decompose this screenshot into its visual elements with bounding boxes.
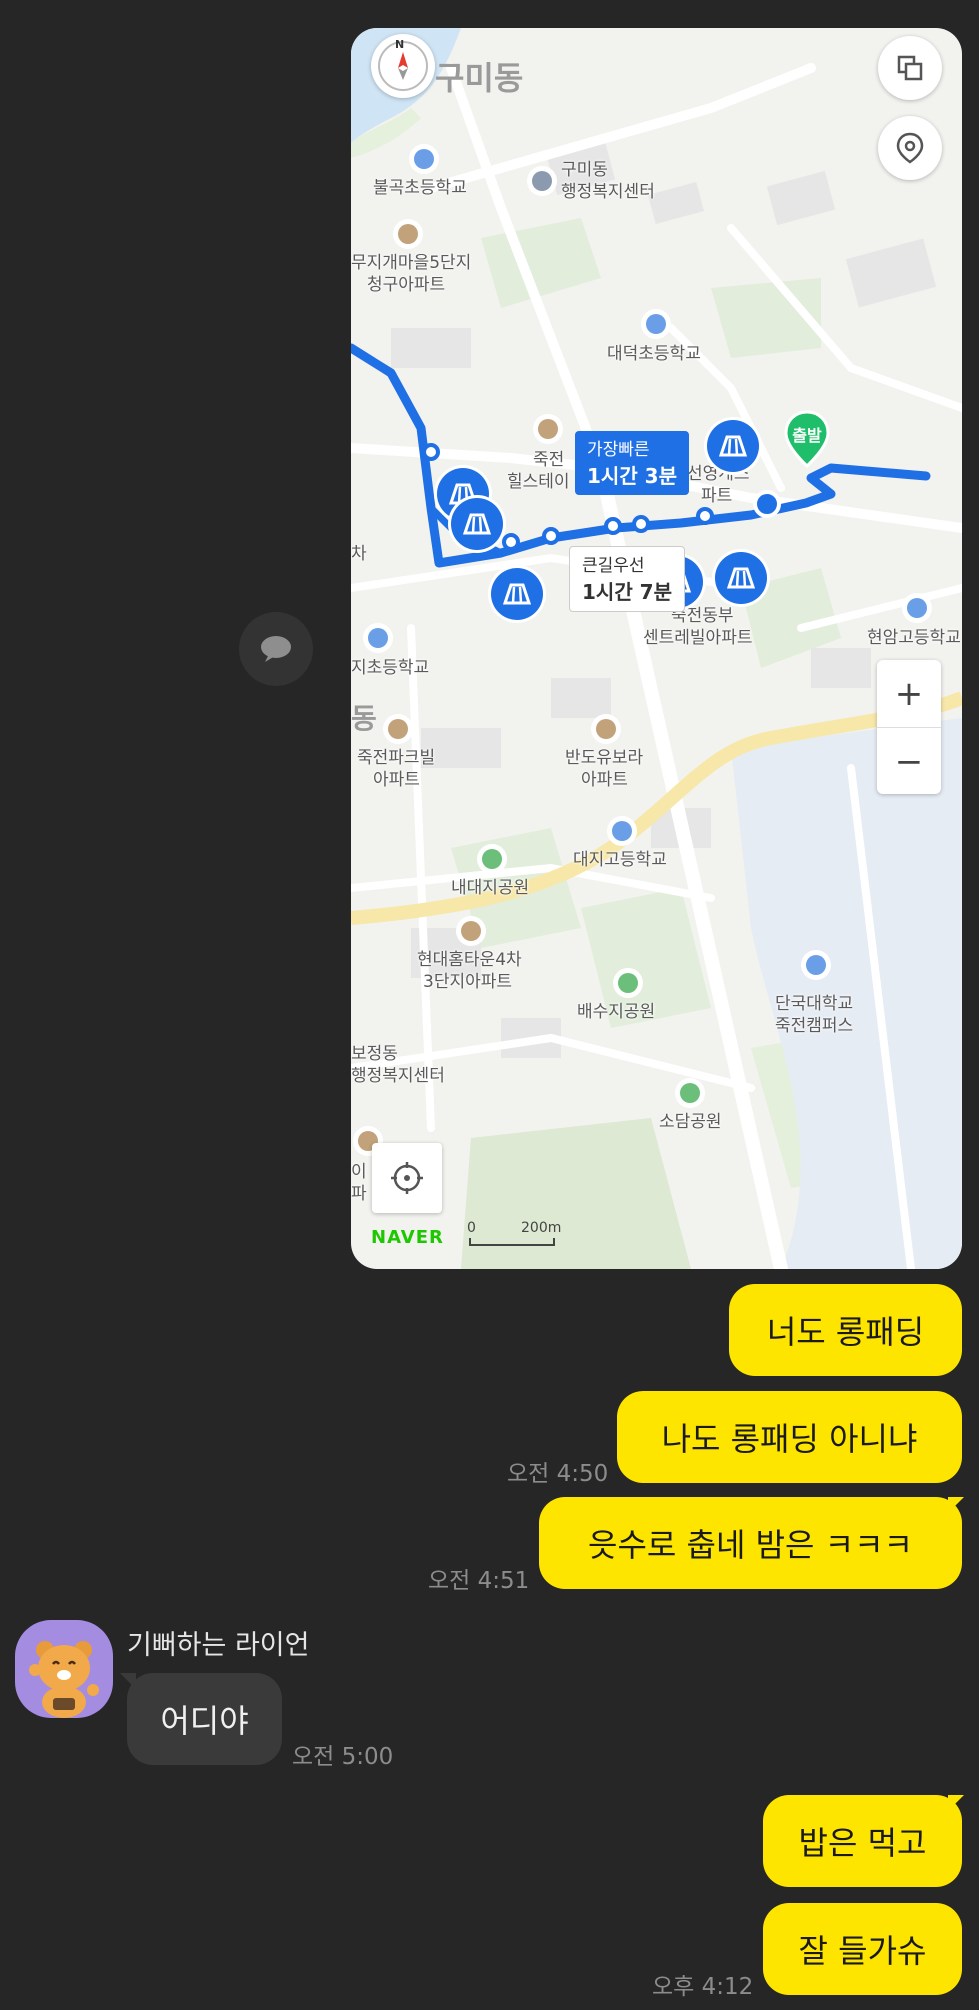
place-label: 지초등학교 — [351, 658, 430, 678]
location-pin-button[interactable] — [878, 116, 942, 180]
place-label: 행정복지센터 — [561, 182, 655, 202]
building-icon — [529, 168, 555, 194]
place-label: 무지개마을5단지 — [351, 253, 472, 273]
place-label: 아파트 — [373, 770, 420, 790]
my-message[interactable]: 잘 들가슈 — [763, 1903, 962, 1995]
place-label: 단국대학교 — [775, 994, 854, 1014]
message-text: 읏수로 춥네 밤은 ㅋㅋㅋ — [588, 1526, 913, 1564]
bubble-tail — [948, 1795, 964, 1811]
message-timestamp: 오후 4:12 — [652, 1974, 754, 2000]
place-label: 청구아파트 — [367, 275, 446, 295]
ryan-character-icon — [29, 1641, 99, 1718]
route-title: 큰길우선 — [582, 556, 645, 576]
place-label: 현암고등학교 — [867, 628, 961, 648]
apartment-icon — [385, 716, 411, 742]
school-icon — [904, 595, 930, 621]
zoom-out-button[interactable]: − — [877, 727, 941, 795]
my-message[interactable]: 나도 롱패딩 아니냐 — [617, 1391, 962, 1483]
zoom-in-button[interactable]: + — [877, 660, 941, 727]
speech-bubble-icon — [261, 636, 291, 662]
apartment-icon — [593, 716, 619, 742]
my-message[interactable]: 밥은 먹고 — [763, 1795, 962, 1887]
scale-bar — [469, 1238, 555, 1246]
district-label: 구미동 — [435, 59, 524, 97]
naver-logo: NAVER — [371, 1227, 444, 1248]
message-timestamp: 오전 5:00 — [292, 1744, 394, 1770]
crosshair-icon — [391, 1162, 423, 1194]
start-marker-label: 출발 — [792, 426, 822, 445]
place-label: 죽전캠퍼스 — [775, 1016, 854, 1036]
place-label: 현대홈타운4차 — [417, 950, 522, 970]
place-label: 소담공원 — [659, 1112, 722, 1132]
route-time: 1시간 3분 — [587, 464, 677, 488]
route-title: 가장빠른 — [587, 440, 650, 460]
bubble-tail — [948, 1497, 964, 1513]
place-label: 반도유보라 — [565, 748, 644, 768]
school-icon — [411, 146, 437, 172]
bus-stop-icon[interactable] — [451, 498, 503, 550]
place-label: 불곡초등학교 — [373, 178, 467, 198]
place-label: 파트 — [701, 486, 733, 506]
bus-stop-icon[interactable] — [715, 552, 767, 604]
zoom-control: + − — [877, 660, 941, 794]
scale-distance: 200m — [521, 1220, 562, 1236]
message-text: 나도 롱패딩 아니냐 — [661, 1420, 918, 1458]
place-label: 죽전파크빌 — [357, 748, 436, 768]
apartment-icon — [535, 416, 561, 442]
place-label: 구미동 — [561, 160, 608, 180]
place-label: 힐스테이 — [507, 472, 570, 492]
place-label: 센트레빌아파트 — [643, 628, 753, 648]
school-icon — [365, 625, 391, 651]
bus-stop-icon[interactable] — [707, 420, 759, 472]
school-icon — [609, 818, 635, 844]
place-label: 행정복지센터 — [351, 1066, 445, 1086]
layers-icon — [897, 55, 923, 81]
other-message[interactable]: 어디야 — [127, 1673, 282, 1765]
place-label: 보정동 — [351, 1044, 398, 1064]
layers-button[interactable] — [878, 36, 942, 100]
place-label: 대지고등학교 — [573, 850, 667, 870]
place-label: 배수지공원 — [577, 1002, 656, 1022]
main-road-route-label[interactable]: 큰길우선 1시간 7분 — [569, 546, 685, 612]
bus-stop-icon[interactable] — [491, 568, 543, 620]
place-label: 대덕초등학교 — [607, 344, 701, 364]
my-message[interactable]: 너도 롱패딩 — [729, 1284, 962, 1376]
avatar[interactable] — [15, 1620, 113, 1718]
message-timestamp: 오전 4:50 — [507, 1461, 609, 1487]
share-button[interactable] — [239, 612, 313, 686]
map-card[interactable]: 구미동 불곡초등학교 구미동 행정복지센터 무지개마을5단지 청구아파트 대덕초… — [351, 28, 962, 1269]
compass-button[interactable]: N — [371, 34, 435, 98]
place-label: 차 — [351, 544, 367, 564]
park-icon — [479, 846, 505, 872]
apartment-icon — [395, 221, 421, 247]
message-text: 너도 롱패딩 — [766, 1313, 925, 1351]
school-icon — [803, 952, 829, 978]
message-text: 어디야 — [160, 1702, 249, 1740]
message-timestamp: 오전 4:51 — [428, 1568, 530, 1594]
bubble-tail — [120, 1673, 136, 1689]
place-label: 3단지아파트 — [423, 972, 513, 992]
fastest-route-label[interactable]: 가장빠른 1시간 3분 — [575, 431, 689, 495]
place-label: 죽전 — [533, 450, 565, 470]
compass-north: N — [395, 38, 405, 51]
place-label: 아파트 — [581, 770, 628, 790]
place-label: 동 — [351, 702, 377, 735]
scale-zero: 0 — [467, 1220, 476, 1236]
place-label: 내대지공원 — [451, 878, 530, 898]
current-location-button[interactable] — [372, 1143, 442, 1213]
park-icon — [615, 970, 641, 996]
school-icon — [643, 311, 669, 337]
message-text: 밥은 먹고 — [798, 1824, 927, 1862]
start-marker[interactable]: 출발 — [783, 410, 831, 469]
place-label: 파 — [351, 1184, 367, 1204]
place-label: 이 — [351, 1162, 367, 1182]
sender-name: 기뻐하는 라이언 — [127, 1630, 310, 1661]
route-time: 1시간 7분 — [582, 580, 672, 604]
apartment-icon — [458, 918, 484, 944]
my-message[interactable]: 읏수로 춥네 밤은 ㅋㅋㅋ — [539, 1497, 962, 1589]
message-text: 잘 들가슈 — [798, 1932, 927, 1970]
location-pin-icon — [896, 132, 924, 164]
park-icon — [677, 1080, 703, 1106]
